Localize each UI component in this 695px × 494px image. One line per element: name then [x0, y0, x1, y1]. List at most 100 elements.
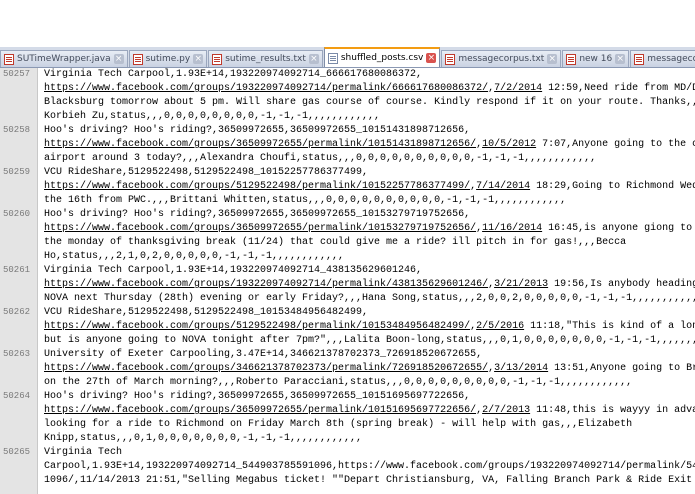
url-link[interactable]: 3/13/2014: [494, 362, 548, 376]
line-text: NOVA next Thursday (28th) evening or ear…: [44, 293, 695, 304]
tab-bar: SUTimeWrapper.java × sutime.py × sutime_resu…: [0, 47, 695, 68]
text-line: 1096/,11/14/2013 21:51,"Selling Megabus …: [44, 474, 695, 488]
modified-file-icon: [445, 53, 456, 65]
text-line: looking for a ride to Richmond on Friday…: [44, 418, 695, 432]
line-text: 11:48,this is wayyy in advance but: [536, 405, 695, 416]
url-link[interactable]: 3/21/2013: [494, 278, 548, 292]
modified-file-icon: [566, 53, 577, 65]
tab-label: sutime_results.txt: [225, 54, 306, 64]
text-editor[interactable]: Virginia Tech Carpool,1.93E+14,193220974…: [0, 68, 695, 494]
line-text: looking for a ride to Richmond on Friday…: [44, 419, 633, 430]
line-text: Virginia Tech Carpool,1.93E+14,193220974…: [44, 265, 423, 276]
text-line: Hoo's driving? Hoo's riding?,36509972655…: [44, 208, 695, 222]
modified-file-icon: [4, 53, 14, 65]
tab-messagecorpus-csv[interactable]: messagecorpus.csv×: [630, 50, 695, 67]
tab-label: shuffled_posts.csv: [340, 53, 424, 63]
tab-new-16[interactable]: new 16 ×: [562, 50, 630, 67]
text-line: but is anyone going to NOVA tonight afte…: [44, 334, 695, 348]
line-number: 50263: [3, 349, 31, 359]
text-area[interactable]: Virginia Tech Carpool,1.93E+14,193220974…: [38, 68, 695, 494]
text-line: https://www.facebook.com/groups/36509972…: [44, 222, 695, 236]
tab-sutimewrapper-java[interactable]: SUTimeWrapper.java ×: [0, 50, 128, 67]
line-number: 50260: [3, 209, 31, 219]
text-line: https://www.facebook.com/groups/36509972…: [44, 138, 695, 152]
close-tab-icon[interactable]: ×: [308, 54, 319, 64]
text-line: Ho,status,,,2,1,0,2,0,0,0,0,0,-1,-1,-1,,…: [44, 250, 695, 264]
line-text: 12:59,Need ride from MD/DC to: [548, 83, 695, 94]
text-line: Knipp,status,,,0,1,0,0,0,0,0,0,0,-1,-1,-…: [44, 432, 695, 446]
text-line: Korbieh Zu,status,,,0,0,0,0,0,0,0,0,-1,-…: [44, 110, 695, 124]
line-text: the monday of thanksgiving break (11/24)…: [44, 237, 627, 248]
url-link[interactable]: https://www.facebook.com/groups/51295224…: [44, 320, 470, 334]
line-number: 50261: [3, 265, 31, 275]
close-tab-icon[interactable]: ×: [547, 54, 558, 64]
line-text: 11:18,"This is kind of a long shot,: [530, 321, 695, 332]
line-number: 50265: [3, 447, 31, 457]
text-line: University of Exeter Carpooling,3.47E+14…: [44, 348, 695, 362]
text-line: Hoo's driving? Hoo's riding?,36509972655…: [44, 390, 695, 404]
url-link[interactable]: 11/16/2014: [482, 222, 542, 236]
close-tab-icon[interactable]: ×: [113, 54, 124, 64]
text-line: https://www.facebook.com/groups/51295224…: [44, 320, 695, 334]
line-number: 50262: [3, 307, 31, 317]
modified-file-icon: [132, 53, 143, 65]
text-line: https://www.facebook.com/groups/36509972…: [44, 404, 695, 418]
line-text: Ho,status,,,2,1,0,2,0,0,0,0,0,-1,-1,-1,,…: [44, 251, 345, 262]
line-text: 1096/,11/14/2013 21:51,"Selling Megabus …: [44, 475, 695, 486]
url-link[interactable]: https://www.facebook.com/groups/34662137…: [44, 362, 488, 376]
line-text: Hoo's driving? Hoo's riding?,36509972655…: [44, 391, 471, 402]
text-line: on the 27th of March morning?,,,Roberto …: [44, 376, 695, 390]
line-text: VCU RideShare,5129522498,5129522498_1015…: [44, 307, 369, 318]
line-text: Hoo's driving? Hoo's riding?,36509972655…: [44, 125, 471, 136]
line-text: Virginia Tech: [44, 447, 123, 458]
tab-shuffled-posts-csv[interactable]: shuffled_posts.csv ×: [323, 47, 441, 67]
url-link[interactable]: https://www.facebook.com/groups/36509972…: [44, 222, 476, 236]
line-text: Carpool,1.93E+14,193220974092714_5449037…: [44, 461, 695, 472]
line-text: University of Exeter Carpooling,3.47E+14…: [44, 349, 483, 360]
line-text: Hoo's driving? Hoo's riding?,36509972655…: [44, 209, 471, 220]
text-line: https://www.facebook.com/groups/34662137…: [44, 362, 695, 376]
line-text: airport around 3 today?,,,Alexandra Chou…: [44, 153, 597, 164]
url-link[interactable]: https://www.facebook.com/groups/51295224…: [44, 180, 470, 194]
text-line: airport around 3 today?,,,Alexandra Chou…: [44, 152, 695, 166]
text-line: VCU RideShare,5129522498,5129522498_1015…: [44, 166, 695, 180]
blank-area: [0, 0, 695, 47]
line-text: but is anyone going to NOVA tonight afte…: [44, 335, 695, 346]
line-number: 50257: [3, 69, 31, 79]
url-link[interactable]: 7/2/2014: [494, 82, 542, 96]
file-icon: [327, 52, 338, 64]
line-number: 50259: [3, 167, 31, 177]
close-tab-icon[interactable]: ×: [193, 54, 204, 64]
line-number: 50264: [3, 391, 31, 401]
line-text: the 16th from PWC.,,,Brittani Whitten,st…: [44, 195, 567, 206]
url-link[interactable]: 10/5/2012: [482, 138, 536, 152]
url-link[interactable]: 7/14/2014: [476, 180, 530, 194]
tab-sutime-py[interactable]: sutime.py ×: [128, 50, 208, 67]
tab-label: sutime.py: [145, 54, 191, 64]
line-text: 19:56,Is anybody heading up to: [554, 279, 695, 290]
line-text: on the 27th of March morning?,,,Roberto …: [44, 377, 633, 388]
tab-label: messagecorpus.txt: [458, 54, 545, 64]
url-link[interactable]: https://www.facebook.com/groups/36509972…: [44, 404, 476, 418]
url-link[interactable]: https://www.facebook.com/groups/36509972…: [44, 138, 476, 152]
text-line: Blacksburg tomorrow about 5 pm. Will sha…: [44, 96, 695, 110]
editor-window: SUTimeWrapper.java × sutime.py × sutime_resu…: [0, 0, 695, 494]
text-line: VCU RideShare,5129522498,5129522498_1015…: [44, 306, 695, 320]
url-link[interactable]: 2/7/2013: [482, 404, 530, 418]
line-text: Virginia Tech Carpool,1.93E+14,193220974…: [44, 69, 423, 80]
line-text: Knipp,status,,,0,1,0,0,0,0,0,0,0,-1,-1,-…: [44, 433, 363, 444]
close-tab-icon[interactable]: ×: [615, 54, 626, 64]
text-line: Virginia Tech Carpool,1.93E+14,193220974…: [44, 68, 695, 82]
tab-sutime-results-txt[interactable]: sutime_results.txt ×: [208, 50, 323, 67]
text-line: Virginia Tech Carpool,1.93E+14,193220974…: [44, 264, 695, 278]
line-text: 7:07,Anyone going to the cville: [542, 139, 695, 150]
tab-messagecorpus-txt[interactable]: messagecorpus.txt ×: [441, 50, 562, 67]
close-tab-icon[interactable]: ×: [426, 53, 437, 63]
line-text: Korbieh Zu,status,,,0,0,0,0,0,0,0,0,-1,-…: [44, 111, 381, 122]
url-link[interactable]: https://www.facebook.com/groups/19322097…: [44, 82, 488, 96]
tab-label: new 16: [579, 54, 613, 64]
line-text: 13:51,Anyone going to Bristol: [554, 363, 695, 374]
url-link[interactable]: 2/5/2016: [476, 320, 524, 334]
text-line: Virginia Tech: [44, 446, 695, 460]
url-link[interactable]: https://www.facebook.com/groups/19322097…: [44, 278, 488, 292]
